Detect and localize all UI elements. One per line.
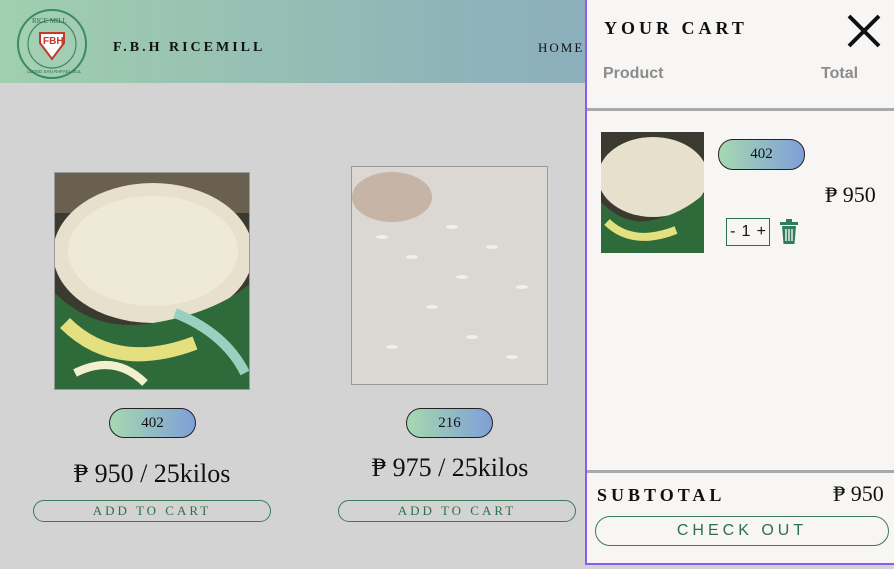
cart-title: YOUR CART xyxy=(604,18,748,38)
nav-home-link[interactable]: HOME xyxy=(538,40,584,56)
stock-badge: 402 xyxy=(109,408,196,438)
product-price: ₱ 950 / 25kilos xyxy=(73,459,231,488)
cart-panel: YOUR CART Product Total 402 ₱ 950 - 1 + xyxy=(585,0,894,565)
footer-divider xyxy=(587,470,894,473)
brand-logo[interactable]: RICE MILL FBH LLONG SAN RAFAEL BUL xyxy=(17,9,87,79)
logo-emblem-icon: RICE MILL FBH LLONG SAN RAFAEL BUL xyxy=(27,17,82,74)
logo-initials: FBH xyxy=(43,36,64,47)
product-image-rice-sack[interactable] xyxy=(54,172,250,390)
cart-item-stock-badge: 402 xyxy=(718,139,805,170)
logo-bottom-text: LLONG SAN RAFAEL BUL xyxy=(27,69,82,74)
brand-name[interactable]: F.B.H RICEMILL xyxy=(113,40,265,56)
close-icon[interactable] xyxy=(845,12,883,50)
cart-item-image xyxy=(601,132,704,253)
cart-item-price: ₱ 950 xyxy=(825,182,876,207)
subtotal-value: ₱ 950 xyxy=(833,481,884,506)
quantity-stepper[interactable]: - 1 + xyxy=(726,218,770,246)
trash-icon[interactable] xyxy=(778,219,800,245)
stock-badge: 216 xyxy=(406,408,493,438)
add-to-cart-button[interactable]: ADD TO CART xyxy=(338,500,576,522)
checkout-button[interactable]: CHECK OUT xyxy=(595,516,889,546)
column-product-header: Product xyxy=(603,65,664,82)
product-price: ₱ 975 / 25kilos xyxy=(371,453,529,482)
decrement-button[interactable]: - xyxy=(730,223,735,241)
logo-top-text: RICE MILL xyxy=(32,17,67,25)
product-image-rice-grains[interactable] xyxy=(351,166,548,385)
quantity-value: 1 xyxy=(741,223,751,240)
subtotal-label: SUBTOTAL xyxy=(597,485,726,505)
column-total-header: Total xyxy=(821,65,859,82)
increment-button[interactable]: + xyxy=(757,223,766,241)
add-to-cart-button[interactable]: ADD TO CART xyxy=(33,500,271,522)
header-divider xyxy=(587,108,894,111)
